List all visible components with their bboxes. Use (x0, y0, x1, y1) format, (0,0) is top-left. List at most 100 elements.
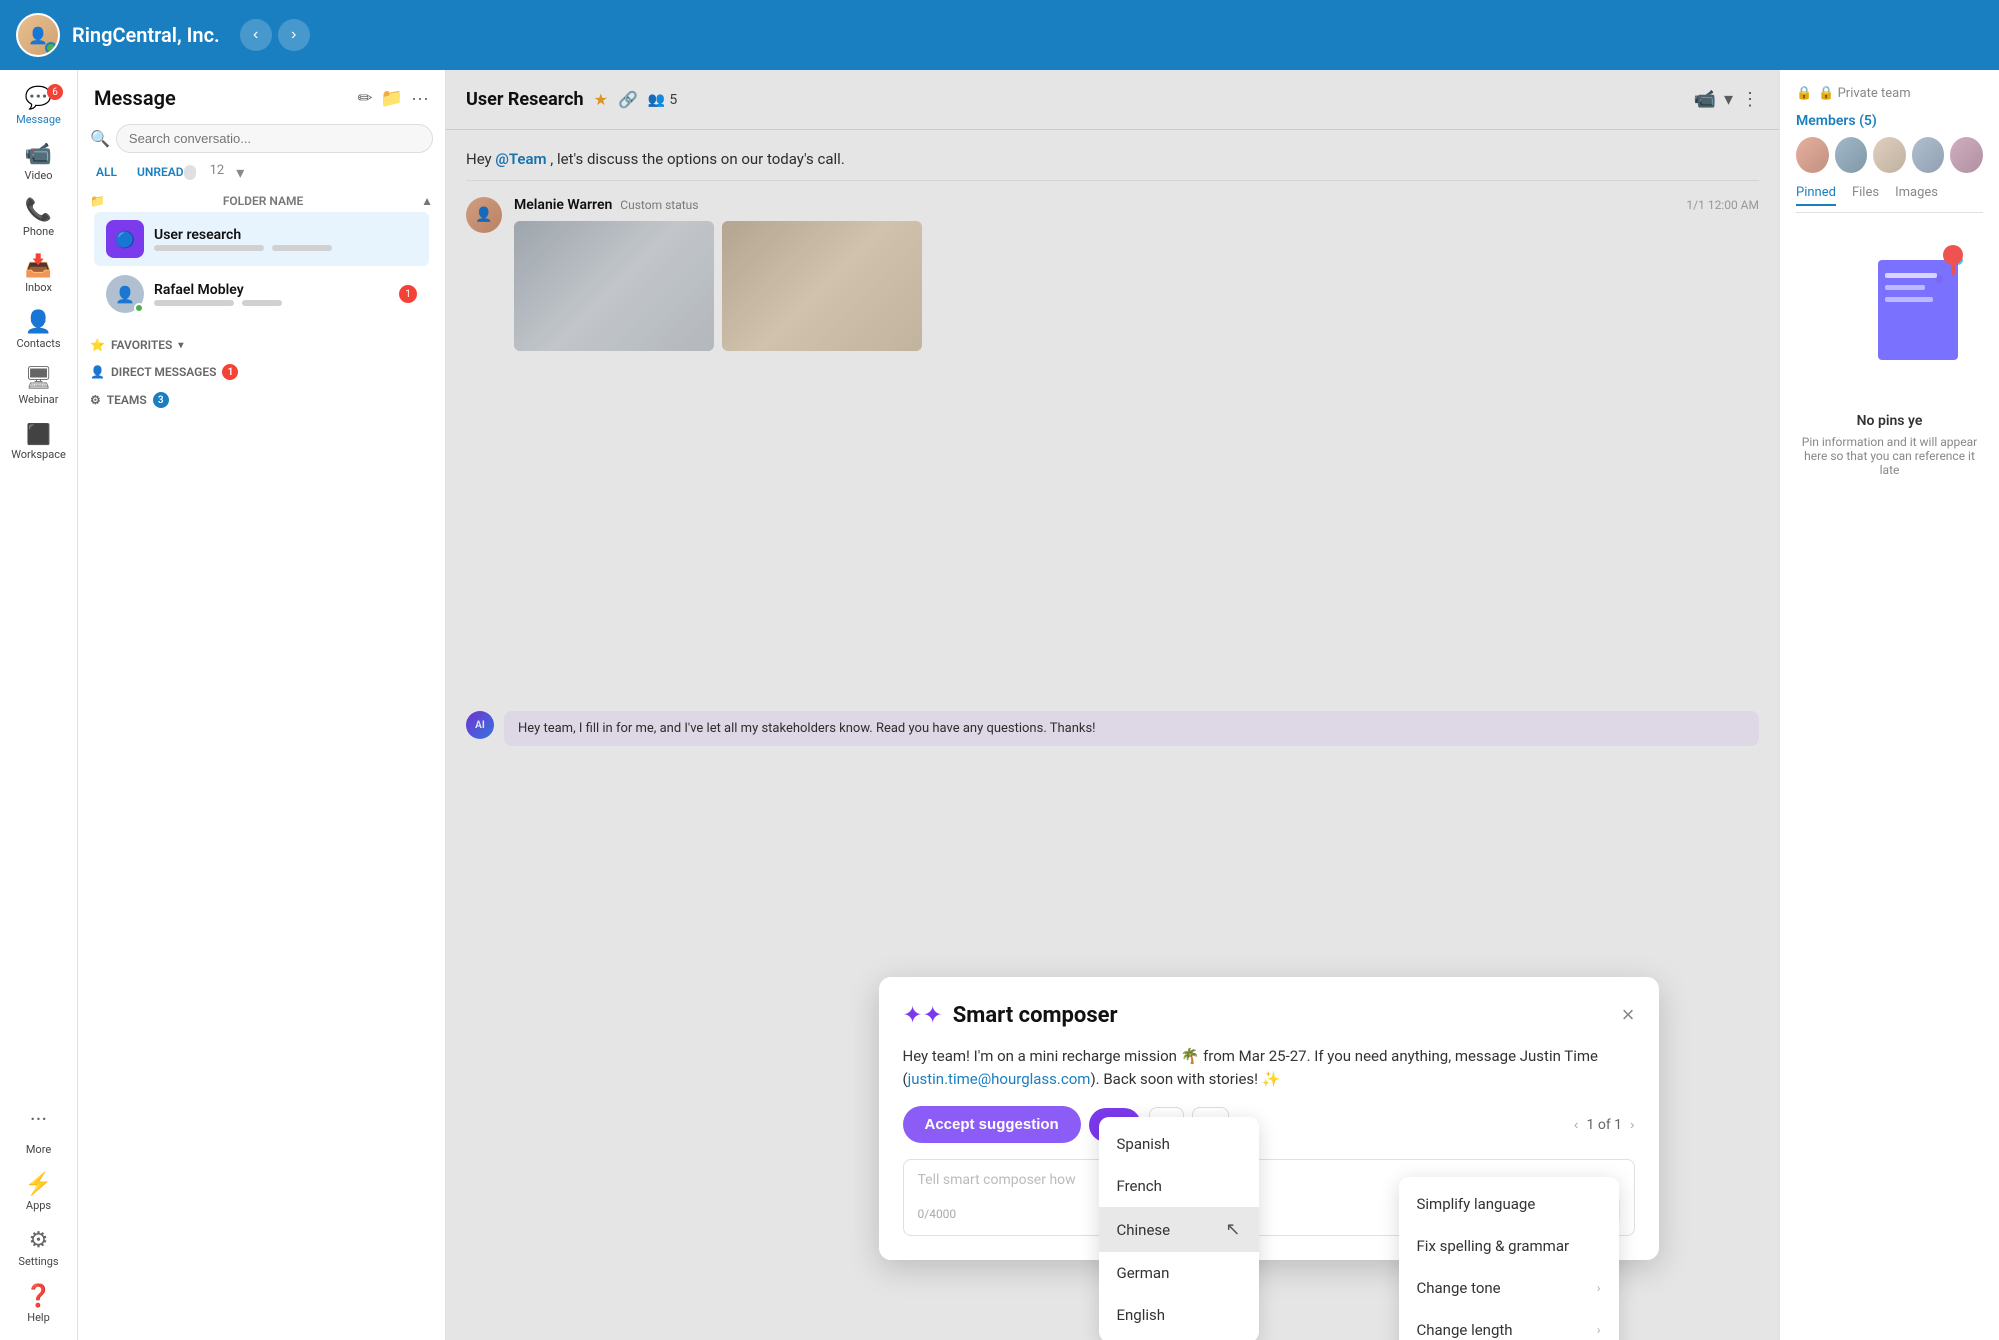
sidebar-item-webinar[interactable]: 🖥 Webinar (0, 358, 77, 414)
navigation-buttons: ‹ › (240, 19, 310, 51)
conv-item-rafael[interactable]: 👤 Rafael Mobley 1 (94, 267, 429, 321)
message-badge: 6 (47, 84, 63, 100)
unread-count: 12 (210, 163, 225, 182)
pagination-next[interactable]: › (1630, 1117, 1634, 1132)
dm-icon: 👤 (90, 365, 105, 379)
sidebar-item-message[interactable]: 💬 Message 6 (0, 78, 77, 134)
sc-close-button[interactable]: × (1622, 1002, 1635, 1028)
sidebar-item-phone-label: Phone (23, 225, 54, 238)
conv-badge-rafael: 1 (399, 285, 417, 303)
dropdown-item-tone[interactable]: Change tone › (1399, 1267, 1619, 1309)
sc-email-link[interactable]: justin.time@hourglass.com (908, 1070, 1091, 1088)
sparkle-icon: ✦✦ (903, 1001, 943, 1029)
sidebar-item-workspace[interactable]: ⬛ Workspace (0, 414, 77, 469)
length-label: Change length (1417, 1321, 1513, 1339)
sidebar-item-phone[interactable]: 📞 Phone (0, 190, 77, 246)
sidebar-item-webinar-label: Webinar (18, 393, 58, 406)
filter-unread[interactable]: UNREAD (131, 163, 202, 182)
sc-char-count: 0/4000 (918, 1207, 957, 1221)
folder-section: 📁 FOLDER NAME ▲ 🔵 User research (78, 186, 445, 330)
dropdown-item-simplify[interactable]: Simplify language (1399, 1183, 1619, 1225)
french-label: French (1117, 1177, 1162, 1195)
german-label: German (1117, 1264, 1170, 1282)
sidebar-item-settings[interactable]: ⚙ Settings (0, 1220, 77, 1276)
pagination-prev[interactable]: ‹ (1574, 1117, 1578, 1132)
sidebar-item-more-label: More (26, 1143, 51, 1156)
no-pins-desc: Pin information and it will appear here … (1796, 435, 1983, 477)
sidebar-item-video[interactable]: 📹 Video (0, 134, 77, 190)
folder-button[interactable]: 📁 (381, 88, 403, 109)
main-layout: 💬 Message 6 📹 Video 📞 Phone 📥 Inbox 👤 Co… (0, 70, 1999, 1340)
filter-tabs: ALL UNREAD 12 ▾ (78, 159, 445, 186)
sidebar-item-apps-label: Apps (26, 1199, 51, 1212)
more-options-button[interactable]: ··· (411, 88, 429, 109)
dropdown-item-length[interactable]: Change length › (1399, 1309, 1619, 1340)
sidebar-item-video-label: Video (25, 169, 53, 182)
sidebar-item-message-label: Message (16, 113, 61, 126)
video-icon: 📹 (25, 142, 52, 167)
spanish-label: Spanish (1117, 1135, 1170, 1153)
webinar-icon: 🖥 (25, 366, 53, 391)
conv-list-actions: ✏ 📁 ··· (358, 88, 430, 109)
sidebar-item-contacts-label: Contacts (16, 337, 60, 350)
dropdown-item-spelling[interactable]: Fix spelling & grammar (1399, 1225, 1619, 1267)
chinese-label: Chinese (1117, 1221, 1171, 1239)
dm-badge: 1 (222, 364, 238, 380)
cursor-icon: ↖ (1225, 1219, 1240, 1240)
folder-header[interactable]: 📁 FOLDER NAME ▲ (90, 194, 433, 208)
sidebar-item-help[interactable]: ❓ Help (0, 1276, 77, 1332)
conv-avatar-user-research: 🔵 (106, 220, 144, 258)
conv-list-header: Message ✏ 📁 ··· (78, 70, 445, 118)
conv-list-title: Message (94, 86, 176, 110)
section-teams[interactable]: ⚙ TEAMS 3 (78, 384, 445, 412)
nav-back-button[interactable]: ‹ (240, 19, 272, 51)
sc-title: Smart composer (953, 1003, 1612, 1028)
inbox-icon: 📥 (25, 254, 52, 279)
pin-illustration-container (1796, 245, 1983, 405)
right-panel-header: 🔒 🔒 Private team (1796, 86, 1983, 101)
member-avatar-2 (1835, 137, 1868, 173)
settings-icon: ⚙ (29, 1228, 49, 1253)
tab-pinned[interactable]: Pinned (1796, 185, 1836, 206)
member-avatar-1 (1796, 137, 1829, 173)
submenu-item-english[interactable]: English (1099, 1294, 1259, 1336)
submenu-item-german[interactable]: German (1099, 1252, 1259, 1294)
no-pins-title: No pins ye (1857, 413, 1923, 429)
tone-label: Change tone (1417, 1279, 1501, 1297)
accept-suggestion-button[interactable]: Accept suggestion (903, 1106, 1081, 1143)
submenu-item-chinese[interactable]: Chinese ↖ (1099, 1207, 1259, 1252)
contacts-icon: 👤 (25, 310, 52, 335)
members-row (1796, 137, 1983, 173)
private-team-label: 🔒 Private team (1818, 86, 1910, 101)
compose-button[interactable]: ✏ (358, 88, 373, 109)
spelling-label: Fix spelling & grammar (1417, 1237, 1570, 1255)
search-input[interactable] (116, 124, 433, 153)
lock-icon: 🔒 (1796, 86, 1812, 101)
sidebar-item-apps[interactable]: ⚡ Apps (0, 1164, 77, 1220)
filter-dropdown-icon[interactable]: ▾ (236, 163, 244, 182)
section-favorites[interactable]: ⭐ FAVORITES ▾ (78, 330, 445, 356)
teams-label: TEAMS (107, 393, 147, 407)
top-bar: 👤 RingCentral, Inc. ‹ › (0, 0, 1999, 70)
sidebar-item-help-label: Help (27, 1311, 50, 1324)
member-avatar-4 (1912, 137, 1945, 173)
submenu-item-french[interactable]: French (1099, 1165, 1259, 1207)
help-icon: ❓ (25, 1284, 52, 1309)
filter-all[interactable]: ALL (90, 163, 123, 182)
favorites-star-icon: ⭐ (90, 338, 105, 352)
sidebar-item-contacts[interactable]: 👤 Contacts (0, 302, 77, 358)
favorites-label: FAVORITES (111, 338, 172, 352)
conv-info-user-research: User research (144, 227, 417, 251)
smart-composer: ✦✦ Smart composer × Hey team! I'm on a m… (879, 977, 1659, 1260)
nav-forward-button[interactable]: › (278, 19, 310, 51)
pins-area: No pins ye Pin information and it will a… (1796, 225, 1983, 477)
tab-files[interactable]: Files (1852, 185, 1879, 206)
conv-name-user-research: User research (154, 227, 417, 243)
sidebar-item-more[interactable]: ··· More (0, 1092, 77, 1164)
sc-message: Hey team! I'm on a mini recharge mission… (903, 1045, 1635, 1090)
sidebar-item-inbox[interactable]: 📥 Inbox (0, 246, 77, 302)
section-direct-messages[interactable]: 👤 DIRECT MESSAGES 1 (78, 356, 445, 384)
conv-item-user-research[interactable]: 🔵 User research (94, 212, 429, 266)
submenu-item-spanish[interactable]: Spanish (1099, 1123, 1259, 1165)
tab-images[interactable]: Images (1895, 185, 1938, 206)
